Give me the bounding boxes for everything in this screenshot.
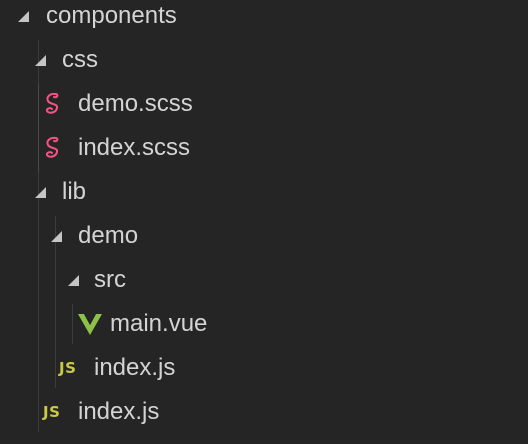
js-icon: JS <box>59 359 77 377</box>
tree-item-index-scss[interactable]: index.scss <box>0 126 528 170</box>
sass-icon <box>42 126 70 170</box>
tree-item-lib[interactable]: lib <box>0 170 528 214</box>
tree-item-css[interactable]: css <box>0 38 528 82</box>
tree-item-label: demo <box>78 222 139 249</box>
chevron-expanded-icon[interactable] <box>34 38 50 82</box>
tree-item-demo-scss[interactable]: demo.scss <box>0 82 528 126</box>
tree-item-label: index.scss <box>78 134 191 161</box>
tree-item-label: src <box>94 266 126 293</box>
chevron-expanded-icon[interactable] <box>34 170 50 214</box>
tree-item-label: components <box>46 2 177 29</box>
tree-item-demo-index-js[interactable]: JS index.js <box>0 346 528 390</box>
chevron-expanded-icon[interactable] <box>67 258 83 302</box>
tree-item-label: demo.scss <box>78 90 193 117</box>
tree-item-main-vue[interactable]: main.vue <box>0 302 528 346</box>
tree-item-components[interactable]: components <box>0 0 528 38</box>
tree-item-label: index.js <box>78 398 160 425</box>
tree-item-demo[interactable]: demo <box>0 214 528 258</box>
chevron-expanded-icon[interactable] <box>50 214 66 258</box>
sass-icon <box>42 82 70 126</box>
tree-item-label: index.js <box>94 354 176 381</box>
vue-icon <box>76 302 104 346</box>
tree-item-lib-index-js[interactable]: JS index.js <box>0 390 528 434</box>
tree-item-label: main.vue <box>110 310 208 337</box>
file-explorer-tree: components css demo.scss index.scss lib … <box>0 0 528 444</box>
tree-item-label: lib <box>62 178 87 205</box>
chevron-expanded-icon[interactable] <box>17 0 33 38</box>
tree-item-src[interactable]: src <box>0 258 528 302</box>
js-icon: JS <box>43 403 61 421</box>
tree-item-label: css <box>62 46 98 73</box>
